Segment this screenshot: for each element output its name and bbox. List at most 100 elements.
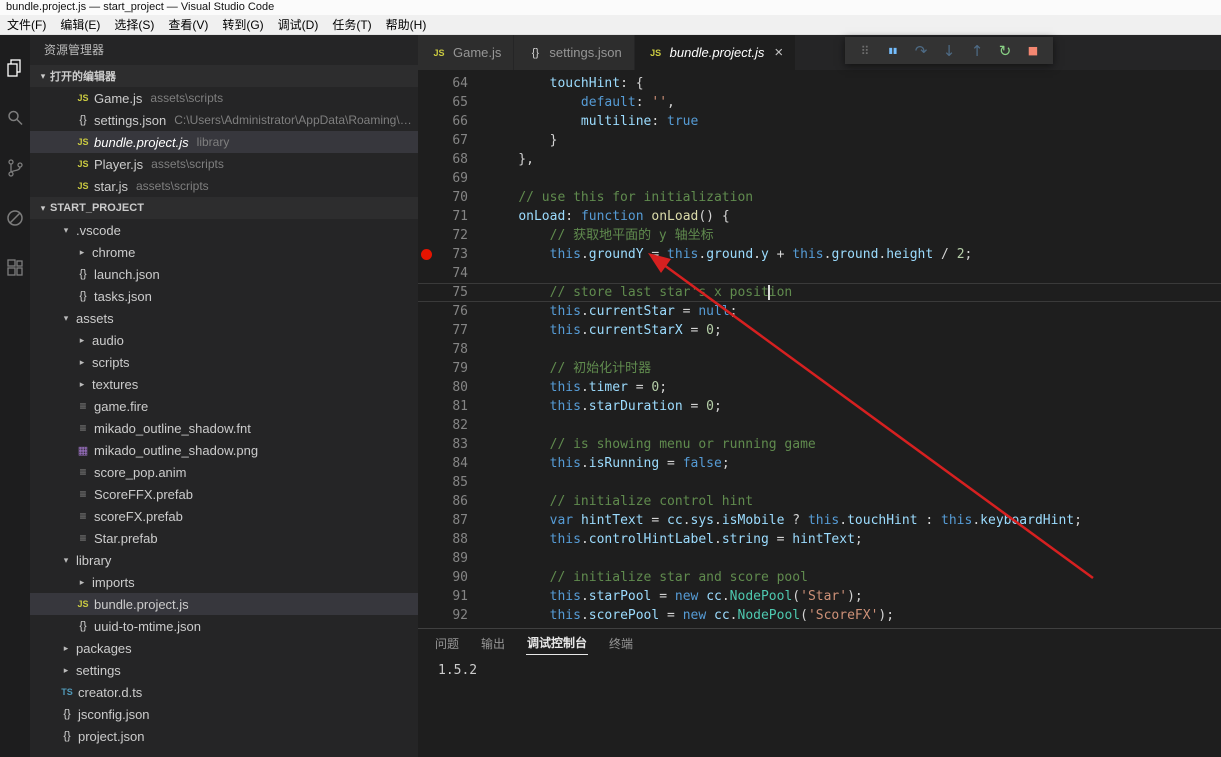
tree-item[interactable]: ▾ .vscode — [30, 219, 418, 241]
code-line[interactable]: 75 // store last star's x position — [418, 283, 1221, 302]
breakpoint-gutter[interactable] — [418, 397, 434, 416]
code-line[interactable]: 91 this.starPool = new cc.NodePool('Star… — [418, 587, 1221, 606]
tree-item[interactable]: ▸ scripts — [30, 351, 418, 373]
project-section-header[interactable]: ▾ START_PROJECT — [30, 197, 418, 219]
tree-item[interactable]: {} tasks.json — [30, 285, 418, 307]
breakpoint-gutter[interactable] — [418, 378, 434, 397]
code-line[interactable]: 79 // 初始化计时器 — [418, 359, 1221, 378]
tree-item[interactable]: ▸ audio — [30, 329, 418, 351]
breakpoint-gutter[interactable] — [418, 321, 434, 340]
breakpoint-gutter[interactable] — [418, 340, 434, 359]
menu-item[interactable]: 帮助(H) — [379, 15, 434, 35]
tree-item[interactable]: ▾ library — [30, 549, 418, 571]
menu-item[interactable]: 选择(S) — [107, 15, 161, 35]
tree-item[interactable]: {} launch.json — [30, 263, 418, 285]
code-line[interactable]: 82 — [418, 416, 1221, 435]
tree-item[interactable]: {} uuid-to-mtime.json — [30, 615, 418, 637]
breakpoint-gutter[interactable] — [418, 112, 434, 131]
code-line[interactable]: 89 — [418, 549, 1221, 568]
breakpoint-gutter[interactable] — [418, 93, 434, 112]
tree-item[interactable]: ≡ score_pop.anim — [30, 461, 418, 483]
tree-item[interactable]: ▦ mikado_outline_shadow.png — [30, 439, 418, 461]
pause-button[interactable]: ▮▮ — [879, 37, 907, 64]
breakpoint-gutter[interactable] — [418, 150, 434, 169]
code-line[interactable]: 87 var hintText = cc.sys.isMobile ? this… — [418, 511, 1221, 530]
tree-item[interactable]: ▸ textures — [30, 373, 418, 395]
breakpoint-gutter[interactable] — [418, 549, 434, 568]
editor-tab[interactable]: JS Game.js — [418, 35, 515, 70]
step-out-button[interactable]: ↑ — [963, 37, 991, 64]
tree-item[interactable]: ▸ settings — [30, 659, 418, 681]
restart-button[interactable]: ↻ — [991, 37, 1019, 64]
code-line[interactable]: 72 // 获取地平面的 y 轴坐标 — [418, 226, 1221, 245]
code-line[interactable]: 68 }, — [418, 150, 1221, 169]
code-line[interactable]: 67 } — [418, 131, 1221, 150]
breakpoint-gutter[interactable] — [418, 302, 434, 321]
stop-button[interactable]: ■ — [1019, 37, 1047, 64]
breakpoint-gutter[interactable] — [418, 454, 434, 473]
close-icon[interactable]: × — [774, 45, 783, 60]
code-line[interactable]: 86 // initialize control hint — [418, 492, 1221, 511]
step-over-button[interactable]: ↷ — [907, 37, 935, 64]
tree-item[interactable]: {} jsconfig.json — [30, 703, 418, 725]
menu-item[interactable]: 文件(F) — [0, 15, 53, 35]
tree-item[interactable]: ▸ chrome — [30, 241, 418, 263]
code-line[interactable]: 92 this.scorePool = new cc.NodePool('Sco… — [418, 606, 1221, 625]
tree-item[interactable]: ≡ game.fire — [30, 395, 418, 417]
tree-item[interactable]: TS creator.d.ts — [30, 681, 418, 703]
menu-item[interactable]: 编辑(E) — [53, 15, 107, 35]
code-line[interactable]: 84 this.isRunning = false; — [418, 454, 1221, 473]
menu-item[interactable]: 转到(G) — [215, 15, 270, 35]
code-line[interactable]: 69 — [418, 169, 1221, 188]
editor-tab[interactable]: JS bundle.project.js × — [634, 35, 797, 70]
breakpoint-gutter[interactable] — [418, 169, 434, 188]
code-line[interactable]: 83 // is showing menu or running game — [418, 435, 1221, 454]
menu-item[interactable]: 查看(V) — [161, 15, 215, 35]
breakpoint-gutter[interactable] — [418, 359, 434, 378]
breakpoint-gutter[interactable] — [418, 568, 434, 587]
search-icon[interactable] — [0, 93, 30, 143]
panel-tab[interactable]: 输出 — [480, 632, 506, 655]
breakpoint-gutter[interactable] — [418, 416, 434, 435]
tree-item[interactable]: ▸ packages — [30, 637, 418, 659]
code-line[interactable]: 77 this.currentStarX = 0; — [418, 321, 1221, 340]
tree-item[interactable]: ≡ Star.prefab — [30, 527, 418, 549]
drag-handle-icon[interactable]: ⠿ — [851, 37, 879, 64]
breakpoint-gutter[interactable] — [418, 530, 434, 549]
tree-item[interactable]: JS bundle.project.js — [30, 593, 418, 615]
breakpoint-gutter[interactable] — [418, 606, 434, 625]
breakpoint-gutter[interactable] — [418, 473, 434, 492]
breakpoint-gutter[interactable] — [418, 245, 434, 264]
tree-item[interactable]: ▸ imports — [30, 571, 418, 593]
panel-tab[interactable]: 终端 — [608, 632, 634, 655]
open-editor-item[interactable]: {} settings.json C:\Users\Administrator\Ap… — [30, 109, 418, 131]
code-line[interactable]: 71 onLoad: function onLoad() { — [418, 207, 1221, 226]
open-editor-item[interactable]: JS Game.js assets\scripts — [30, 87, 418, 109]
menu-item[interactable]: 调试(D) — [271, 15, 326, 35]
code-line[interactable]: 70 // use this for initialization — [418, 188, 1221, 207]
breakpoint-gutter[interactable] — [418, 207, 434, 226]
breakpoint-gutter[interactable] — [418, 492, 434, 511]
code-line[interactable]: 66 multiline: true — [418, 112, 1221, 131]
breakpoint-gutter[interactable] — [418, 74, 434, 93]
breakpoint-gutter[interactable] — [418, 435, 434, 454]
code-line[interactable]: 80 this.timer = 0; — [418, 378, 1221, 397]
breakpoint-gutter[interactable] — [418, 264, 434, 283]
code-line[interactable]: 88 this.controlHintLabel.string = hintTe… — [418, 530, 1221, 549]
code-line[interactable]: 64 touchHint: { — [418, 74, 1221, 93]
explorer-icon[interactable] — [0, 43, 30, 93]
code-line[interactable]: 85 — [418, 473, 1221, 492]
extensions-icon[interactable] — [0, 243, 30, 293]
tree-item[interactable]: ≡ scoreFX.prefab — [30, 505, 418, 527]
code-line[interactable]: 74 — [418, 264, 1221, 283]
open-editors-header[interactable]: ▾ 打开的编辑器 — [30, 65, 418, 87]
editor-tab[interactable]: {} settings.json — [514, 35, 635, 70]
step-into-button[interactable]: ↓ — [935, 37, 963, 64]
open-editor-item[interactable]: JS Player.js assets\scripts — [30, 153, 418, 175]
source-control-icon[interactable] — [0, 143, 30, 193]
open-editor-item[interactable]: JS star.js assets\scripts — [30, 175, 418, 197]
panel-tab[interactable]: 问题 — [434, 632, 460, 655]
tree-item[interactable]: ≡ ScoreFFX.prefab — [30, 483, 418, 505]
panel-tab[interactable]: 调试控制台 — [526, 631, 589, 655]
code-line[interactable]: 76 this.currentStar = null; — [418, 302, 1221, 321]
